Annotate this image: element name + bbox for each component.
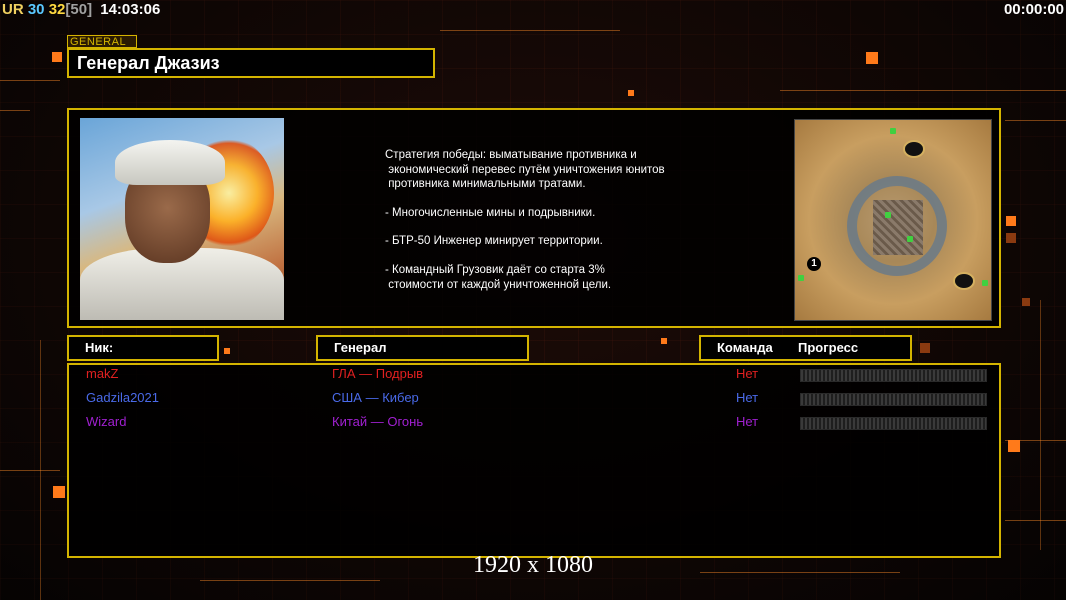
general-section-tag: GENERAL (67, 35, 137, 48)
player-row[interactable]: makZ ГЛА — Подрыв Нет (0, 364, 1066, 384)
system-clock: 14:03:06 (100, 1, 161, 18)
description-line: экономический перевес путём уничтожения … (385, 163, 665, 176)
decor-line (0, 80, 60, 81)
description-line: противника минимальными тратами. (385, 178, 586, 191)
start-position-marker[interactable]: 1 (807, 257, 821, 271)
decor-line (1005, 120, 1066, 121)
decor-line (1005, 520, 1066, 521)
player-general: США — Кибер (332, 390, 419, 405)
description-line: - БТР-50 Инженер минирует территории. (385, 235, 603, 248)
map-crater (953, 272, 975, 290)
player-team: Нет (736, 390, 759, 405)
player-nick: makZ (86, 366, 119, 381)
decor-square (1008, 440, 1020, 452)
map-crater (903, 140, 925, 158)
map-preview[interactable]: 1 (794, 119, 992, 321)
decor-line (200, 580, 380, 581)
general-portrait (80, 118, 284, 320)
player-general: ГЛА — Подрыв (332, 366, 424, 381)
player-progress-bar (800, 417, 987, 430)
decor-square (52, 52, 62, 62)
header-general: Генерал (316, 335, 529, 361)
supply-icon (885, 212, 891, 218)
stat-value-3: [50] (65, 1, 93, 18)
general-description: Стратегия победы: выматывание противника… (385, 148, 725, 292)
player-row[interactable]: Wizard Китай — Огонь Нет (0, 412, 1066, 432)
general-name-title: Генерал Джазиз (67, 48, 435, 78)
decor-square (53, 486, 65, 498)
player-progress-bar (800, 393, 987, 406)
supply-icon (982, 280, 988, 286)
header-team: Команда (717, 340, 773, 355)
map-city-center (873, 200, 923, 255)
description-line: - Многочисленные мины и подрывники. (385, 206, 596, 219)
player-team: Нет (736, 414, 759, 429)
stat-value-1: 30 (27, 1, 45, 18)
header-nick: Ник: (67, 335, 219, 361)
decor-square (661, 338, 667, 344)
supply-icon (890, 128, 896, 134)
supply-icon (798, 275, 804, 281)
player-nick: Gadzila2021 (86, 390, 159, 405)
supply-icon (907, 236, 913, 242)
decor-line (0, 470, 60, 471)
decor-square (628, 90, 634, 96)
player-stats-hud: UR 30 32[50] 14:03:06 (2, 1, 160, 18)
player-row[interactable]: Gadzila2021 США — Кибер Нет (0, 388, 1066, 408)
header-progress: Прогресс (798, 340, 859, 355)
decor-square (1022, 298, 1030, 306)
stat-value-2: 32 (48, 1, 66, 18)
decor-line (440, 30, 620, 31)
decor-square (1006, 216, 1016, 226)
player-progress-bar (800, 369, 987, 382)
decor-square (866, 52, 878, 64)
header-team-progress: Команда Прогресс (699, 335, 912, 361)
decor-square (1006, 233, 1016, 243)
decor-line (0, 110, 30, 111)
turban-graphic (115, 140, 225, 185)
player-general: Китай — Огонь (332, 414, 424, 429)
description-line: стоимости от каждой уничтоженной цели. (385, 278, 612, 291)
description-line: - Командный Грузовик даёт со старта 3% (385, 263, 605, 276)
description-line: Стратегия победы: выматывание противника… (385, 149, 637, 161)
resolution-label: 1920 x 1080 (473, 552, 593, 578)
description-line (385, 249, 725, 263)
description-line (385, 192, 725, 206)
description-line (385, 220, 725, 234)
decor-line (780, 90, 1066, 91)
rank-label: UR (2, 1, 24, 18)
decor-square (920, 343, 930, 353)
decor-square (224, 348, 230, 354)
player-nick: Wizard (86, 414, 127, 429)
match-timer: 00:00:00 (1003, 1, 1064, 18)
player-team: Нет (736, 366, 759, 381)
